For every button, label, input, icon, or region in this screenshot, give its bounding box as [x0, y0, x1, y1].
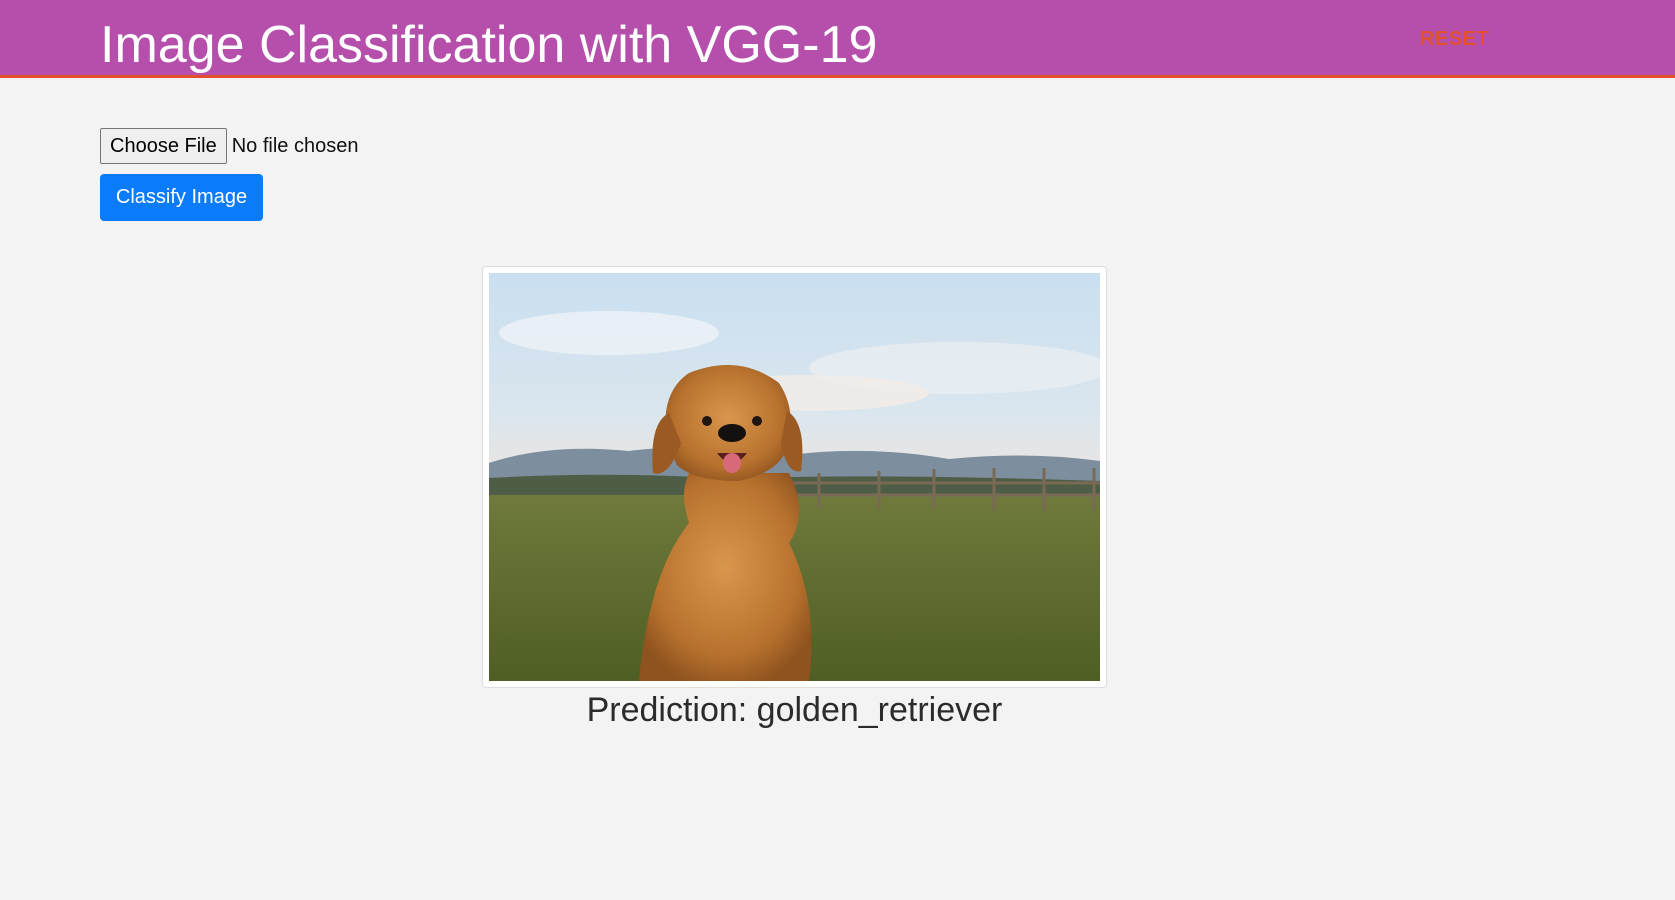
app-header: Image Classification with VGG-19 RESET — [0, 0, 1675, 78]
classify-image-button[interactable]: Classify Image — [100, 174, 263, 221]
choose-file-button[interactable]: Choose File — [100, 128, 227, 164]
golden-retriever-image — [489, 273, 1100, 681]
file-status-text: No file chosen — [231, 134, 359, 157]
reset-link[interactable]: RESET — [1420, 28, 1489, 51]
prediction-text: Prediction: golden_retriever — [586, 691, 1003, 729]
file-upload-row: Choose File No file chosen — [100, 128, 358, 164]
page-title: Image Classification with VGG-19 — [100, 16, 878, 74]
result-image-card — [482, 266, 1107, 688]
